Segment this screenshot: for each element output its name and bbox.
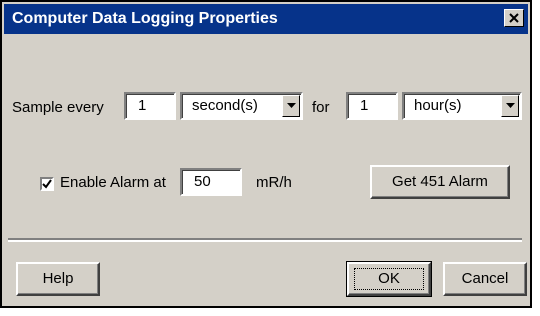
sample-interval-unit-select[interactable]: second(s) (180, 92, 303, 120)
close-button[interactable] (504, 9, 524, 27)
close-icon (509, 13, 519, 23)
duration-input[interactable]: 1 (346, 92, 398, 120)
ok-button[interactable]: OK (346, 261, 432, 297)
cancel-button[interactable]: Cancel (443, 262, 527, 296)
sample-interval-input[interactable]: 1 (124, 92, 176, 120)
enable-alarm-label: Enable Alarm at (60, 174, 166, 191)
checkmark-icon (42, 179, 52, 189)
get-451-alarm-button[interactable]: Get 451 Alarm (370, 165, 510, 199)
help-button[interactable]: Help (16, 262, 100, 296)
separator (8, 238, 522, 242)
properties-dialog: Computer Data Logging Properties Sample … (0, 0, 532, 308)
enable-alarm-checkbox[interactable] (40, 177, 54, 191)
chevron-down-icon[interactable] (501, 95, 519, 117)
for-label: for (312, 99, 330, 116)
alarm-unit-label: mR/h (256, 174, 292, 191)
alarm-value-input[interactable]: 50 (180, 168, 242, 196)
duration-unit-value: hour(s) (414, 97, 462, 114)
duration-unit-select[interactable]: hour(s) (402, 92, 522, 120)
focus-indicator (354, 268, 424, 290)
sample-every-label: Sample every (12, 99, 104, 116)
sample-interval-unit-value: second(s) (192, 97, 258, 114)
title-bar: Computer Data Logging Properties (4, 4, 528, 34)
dialog-title: Computer Data Logging Properties (12, 10, 278, 27)
chevron-down-icon[interactable] (282, 95, 300, 117)
